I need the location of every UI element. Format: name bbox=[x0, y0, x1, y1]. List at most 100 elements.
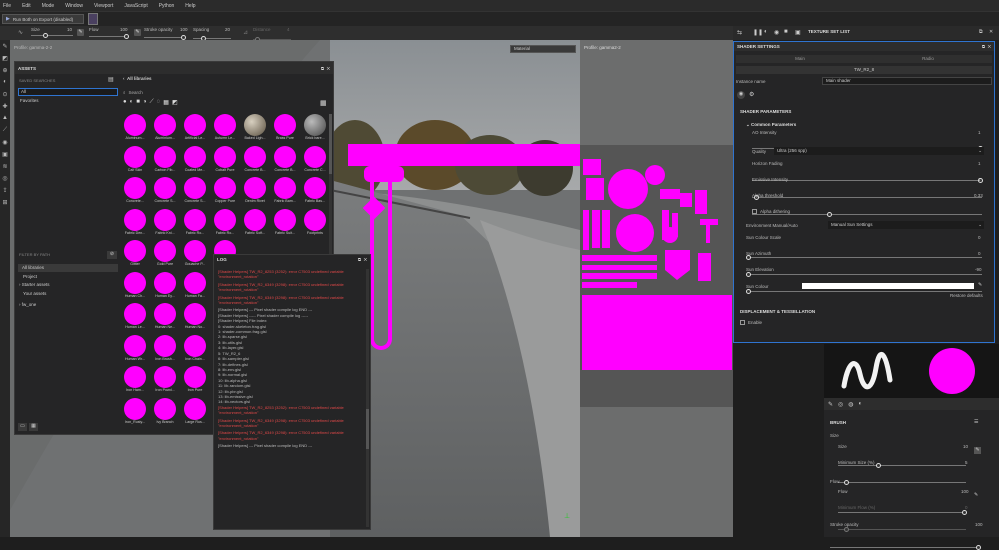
brush-flow-slider[interactable] bbox=[838, 510, 967, 515]
min-size-value[interactable]: 5 bbox=[965, 460, 968, 465]
environment-icon[interactable]: ◉ bbox=[774, 29, 779, 36]
tree-your-assets[interactable]: Your assets bbox=[23, 291, 46, 296]
tree-project[interactable]: Project bbox=[23, 274, 37, 279]
material-filter-icon[interactable]: ● bbox=[123, 99, 127, 106]
sun-elevation-value[interactable]: -90 bbox=[975, 267, 982, 272]
flow-slider[interactable] bbox=[89, 34, 129, 39]
eraser-icon[interactable]: ◩ bbox=[0, 52, 10, 64]
spacing-value[interactable]: 20 bbox=[225, 27, 230, 32]
2d-viewport[interactable]: Profile: gamma2-2 bbox=[580, 40, 733, 537]
sun-scale-value[interactable]: 0 bbox=[978, 235, 981, 240]
asset-thumbnail[interactable]: Fabric Bam... bbox=[271, 177, 299, 203]
polyfill-icon[interactable]: ▲ bbox=[0, 112, 10, 124]
brush-flow-value[interactable]: 100 bbox=[961, 489, 969, 494]
asset-thumbnail[interactable]: Aluminum... bbox=[121, 114, 149, 140]
size-value[interactable]: 10 bbox=[67, 27, 72, 32]
asset-thumbnail[interactable]: Iron Pure bbox=[181, 366, 209, 392]
sun-elevation-slider[interactable] bbox=[746, 289, 982, 294]
env-mode-dropdown[interactable]: Manual Sun Settings ⌄ bbox=[828, 221, 984, 229]
alpha-threshold-slider[interactable] bbox=[752, 212, 982, 217]
asset-thumbnail[interactable]: Large Rus... bbox=[181, 397, 209, 424]
smudge-icon[interactable]: ◐ bbox=[0, 76, 10, 88]
asset-thumbnail[interactable]: Gold Pure bbox=[151, 240, 179, 266]
asset-thumbnail[interactable]: Ivy Branch bbox=[151, 397, 179, 424]
enable-checkbox[interactable] bbox=[740, 320, 745, 325]
size-slider[interactable] bbox=[31, 33, 73, 38]
environment-filter-icon[interactable]: ◩ bbox=[172, 99, 178, 106]
asset-thumbnail[interactable]: Human Ch... bbox=[121, 271, 149, 298]
tree-all-libraries[interactable]: All libraries bbox=[18, 264, 118, 272]
stencil-tab-icon[interactable]: ◍ bbox=[848, 401, 853, 408]
list-view-icon[interactable]: ▭ bbox=[18, 423, 27, 431]
asset-thumbnail[interactable]: Fabric Suit... bbox=[271, 208, 299, 235]
tab-main[interactable]: Main bbox=[736, 55, 864, 63]
camera-icon[interactable]: ◉ bbox=[0, 136, 10, 148]
asset-thumbnail[interactable]: Fabric Ro... bbox=[211, 208, 239, 235]
material-tab-icon[interactable]: ◐ bbox=[859, 401, 863, 407]
asset-thumbnail[interactable]: Human Wr... bbox=[121, 334, 149, 361]
picker-icon[interactable]: ✚ bbox=[0, 100, 10, 112]
horizon-value[interactable]: 1 bbox=[978, 161, 981, 166]
shader-name[interactable]: TW_R2_8 bbox=[736, 66, 992, 74]
asset-thumbnail[interactable]: Concrete... bbox=[121, 177, 149, 203]
spacing-slider[interactable] bbox=[193, 36, 231, 41]
log-scrollbar[interactable] bbox=[366, 269, 369, 527]
sun-azimuth-value[interactable]: 0 bbox=[978, 251, 981, 256]
share-icon[interactable]: ⊞ bbox=[0, 196, 10, 208]
brush-stroke-opacity-value[interactable]: 100 bbox=[975, 522, 983, 527]
asset-thumbnail[interactable]: Denim Rivet bbox=[241, 177, 269, 203]
emissive-slider[interactable] bbox=[752, 195, 982, 200]
eyedropper-icon[interactable]: ✎ bbox=[978, 282, 982, 288]
emissive-value[interactable]: 1 bbox=[978, 177, 981, 182]
brush-tool-icon[interactable]: ∿ bbox=[18, 29, 23, 36]
asset-thumbnail[interactable]: Brass Pure bbox=[271, 114, 299, 140]
layer-icon[interactable]: ≋ bbox=[0, 160, 10, 172]
grid-view-icon[interactable]: ▦ bbox=[29, 423, 38, 431]
shader-ball-icon[interactable]: ◉ bbox=[737, 91, 745, 99]
asset-thumbnail[interactable]: Coated Me... bbox=[181, 145, 209, 172]
clone-icon[interactable]: ⊙ bbox=[0, 88, 10, 100]
bake-icon[interactable]: ▣ bbox=[0, 148, 10, 160]
asset-thumbnail[interactable]: Iron_Rusty... bbox=[121, 397, 149, 424]
close-icon[interactable]: ✕ bbox=[327, 66, 330, 71]
log-close-icon[interactable]: ✕ bbox=[364, 257, 367, 262]
asset-thumbnail[interactable]: Baked Ligh... bbox=[241, 114, 269, 140]
asset-thumbnail[interactable]: Artificial Le... bbox=[181, 114, 209, 140]
min-size-slider[interactable] bbox=[838, 480, 966, 485]
texture-filter-icon[interactable]: ■ bbox=[136, 99, 140, 106]
ts-popout-icon[interactable]: ⧉ bbox=[979, 29, 983, 35]
flow-value[interactable]: 100 bbox=[120, 27, 128, 32]
asset-thumbnail[interactable]: Concrete B... bbox=[271, 145, 299, 172]
shader-gear-icon[interactable]: ⚙ bbox=[749, 91, 754, 98]
log-popout-icon[interactable]: ⧉ bbox=[358, 257, 361, 262]
ts-close-icon[interactable]: ✕ bbox=[989, 29, 993, 35]
asset-thumbnail[interactable]: Human Le... bbox=[121, 303, 149, 329]
asset-thumbnail[interactable]: Copper Pure bbox=[211, 177, 239, 203]
particle-filter-icon[interactable]: ◌ bbox=[157, 99, 161, 106]
alpha-dither-checkbox[interactable] bbox=[752, 209, 757, 214]
asset-search-input[interactable]: ⌕ Search bbox=[123, 88, 329, 96]
min-flow-slider[interactable] bbox=[838, 527, 966, 532]
tab-radio[interactable]: Radio bbox=[864, 55, 992, 63]
stroke-opacity-slider[interactable] bbox=[144, 35, 186, 40]
asset-thumbnail[interactable]: Brick bare... bbox=[301, 114, 329, 140]
asset-thumbnail[interactable]: Fabric Soft... bbox=[241, 208, 269, 235]
asset-thumbnail[interactable]: Fabric Bas... bbox=[301, 177, 329, 203]
brush-size-slider[interactable] bbox=[838, 463, 966, 468]
smart-material-icon[interactable]: ◐ bbox=[130, 99, 134, 106]
lazy-mouse-icon[interactable]: ⊿ bbox=[243, 29, 248, 36]
export-icon[interactable]: ⇪ bbox=[0, 184, 10, 196]
asset-thumbnail[interactable]: Fabric Den... bbox=[121, 208, 149, 235]
alpha-tab-icon[interactable]: ◎ bbox=[838, 401, 843, 408]
sun-azimuth-slider[interactable] bbox=[746, 272, 982, 277]
filter-path-icon[interactable]: ⊘ bbox=[107, 251, 117, 259]
shader-popout-icon[interactable]: ⧉ bbox=[982, 44, 985, 49]
brush-preset-icon[interactable]: ☰ bbox=[974, 419, 978, 425]
asset-thumbnail[interactable]: Human Ne... bbox=[151, 303, 179, 329]
video-icon[interactable]: ■ bbox=[784, 29, 788, 35]
asset-thumbnail[interactable]: Autumn Le... bbox=[211, 114, 239, 140]
asset-thumbnail[interactable]: Iron Ham... bbox=[121, 366, 149, 392]
asset-thumbnail[interactable]: Fabric Ro... bbox=[181, 208, 209, 235]
pause-icon[interactable]: ❚❚ bbox=[753, 29, 763, 36]
asset-thumbnail[interactable]: Cobalt Pure bbox=[211, 145, 239, 172]
